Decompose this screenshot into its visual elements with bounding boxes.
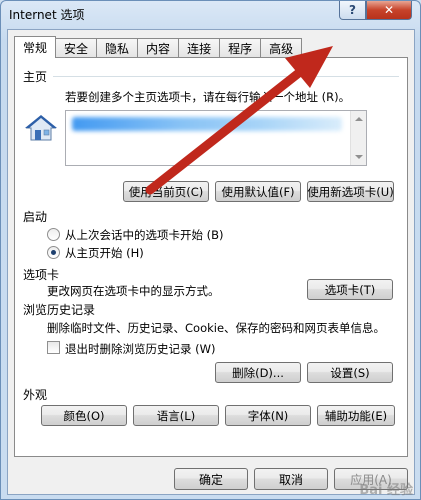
ok-button[interactable]: 确定 [174, 468, 248, 490]
dialog-window: Internet 选项 ? ✕ 常规 安全 隐私 内容 连接 程序 高级 主页 … [0, 0, 421, 500]
languages-button[interactable]: 语言(L) [133, 405, 219, 426]
use-default-button[interactable]: 使用默认值(F) [215, 181, 301, 202]
startup-section-header: 启动 [23, 208, 399, 225]
tab-connections[interactable]: 连接 [178, 38, 221, 58]
home-description: 若要创建多个主页选项卡，请在每行输入一个地址 (R)。 [65, 90, 351, 104]
tab-general[interactable]: 常规 [14, 36, 57, 58]
use-new-tab-button[interactable]: 使用新选项卡(U) [307, 181, 394, 202]
accessibility-button[interactable]: 辅助功能(E) [317, 405, 395, 426]
close-icon: ✕ [383, 3, 395, 17]
watermark: Bai 经验 [359, 483, 413, 498]
appearance-section-header: 外观 [23, 386, 399, 403]
delete-on-exit-label: 退出时删除浏览历史记录 (W) [65, 342, 216, 356]
url-scrollbar[interactable] [350, 111, 366, 165]
tab-content[interactable]: 内容 [137, 38, 180, 58]
tabs-section-title: 选项卡 [23, 268, 60, 282]
history-section-header: 浏览历史记录 [23, 301, 399, 318]
tab-strip: 常规 安全 隐私 内容 连接 程序 高级 [14, 36, 303, 58]
delete-on-exit-checkbox[interactable] [47, 341, 60, 354]
cancel-button[interactable]: 取消 [254, 468, 328, 490]
history-settings-button[interactable]: 设置(S) [307, 362, 393, 383]
radio-last-session[interactable] [47, 228, 60, 241]
tab-security[interactable]: 安全 [55, 38, 98, 58]
dialog-client: 常规 安全 隐私 内容 连接 程序 高级 主页 若要创建多个主页选项卡，请在每行… [7, 29, 415, 495]
radio-home-page-label: 从主页开始 (H) [65, 246, 144, 260]
divider [53, 76, 399, 77]
scroll-down-icon [355, 155, 363, 159]
history-description: 删除临时文件、历史记录、Cookie、保存的密码和网页表单信息。 [47, 321, 386, 335]
help-button[interactable]: ? [339, 1, 366, 20]
tab-privacy[interactable]: 隐私 [96, 38, 139, 58]
title-bar: Internet 选项 ? ✕ [1, 1, 420, 27]
home-icon [25, 115, 57, 141]
delete-history-button[interactable]: 删除(D)... [215, 362, 301, 383]
appearance-section-title: 外观 [23, 388, 48, 402]
tabs-button[interactable]: 选项卡(T) [307, 279, 393, 300]
close-button[interactable]: ✕ [366, 1, 412, 20]
scroll-up-icon [355, 117, 363, 121]
help-icon: ? [349, 3, 356, 17]
home-section-title: 主页 [23, 70, 48, 84]
home-url-input[interactable] [65, 110, 367, 166]
history-section-title: 浏览历史记录 [23, 303, 96, 317]
colors-button[interactable]: 颜色(O) [41, 405, 127, 426]
fonts-button[interactable]: 字体(N) [225, 405, 311, 426]
general-panel: 主页 若要创建多个主页选项卡，请在每行输入一个地址 (R)。 使用当前页(C) … [14, 57, 408, 457]
startup-section-title: 启动 [23, 210, 48, 224]
tabs-description: 更改网页在选项卡中的显示方式。 [47, 284, 220, 298]
home-url-value [72, 117, 342, 131]
window-title: Internet 选项 [9, 8, 85, 22]
use-current-button[interactable]: 使用当前页(C) [123, 181, 209, 202]
tab-programs[interactable]: 程序 [219, 38, 262, 58]
home-section-header: 主页 [23, 68, 399, 85]
radio-home-page[interactable] [47, 246, 60, 259]
radio-last-session-label: 从上次会话中的选项卡开始 (B) [65, 228, 224, 242]
tab-advanced[interactable]: 高级 [260, 38, 303, 58]
